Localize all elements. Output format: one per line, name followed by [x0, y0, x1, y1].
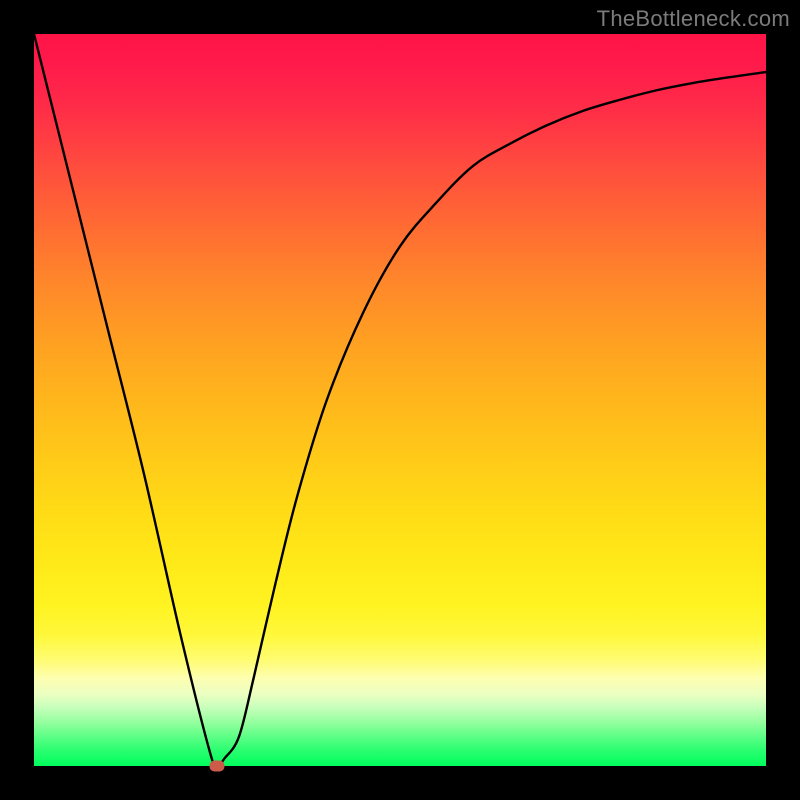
watermark-text: TheBottleneck.com	[597, 6, 790, 32]
plot-area	[34, 34, 766, 766]
bottleneck-curve	[34, 34, 766, 766]
curve-path	[34, 34, 766, 766]
optimal-marker	[210, 761, 225, 772]
chart-frame: TheBottleneck.com	[0, 0, 800, 800]
